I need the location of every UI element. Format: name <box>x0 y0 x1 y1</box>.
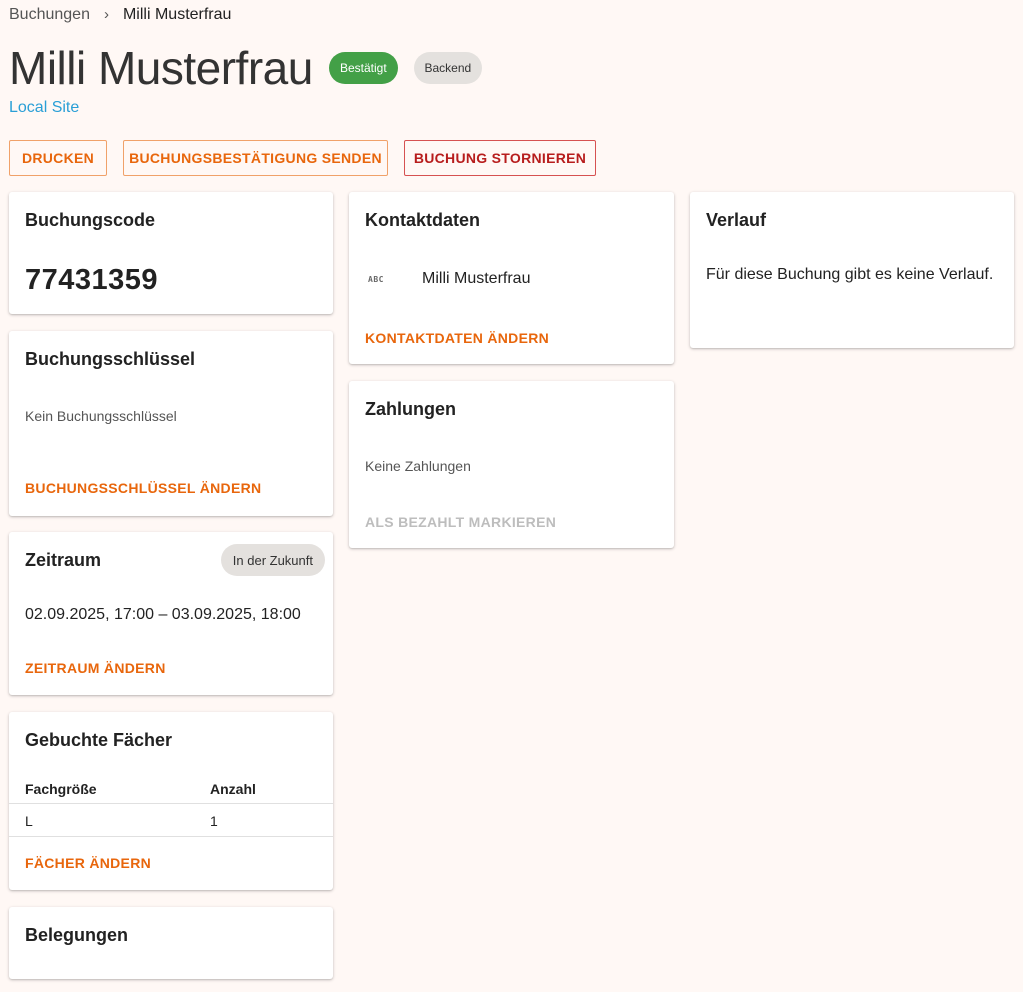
table-header: Fachgröße Anzahl <box>9 774 333 804</box>
history-empty-text: Für diese Buchung gibt es keine Verlauf. <box>706 266 994 283</box>
booking-code-value: 77431359 <box>25 264 159 296</box>
contact-card: Kontaktdaten ABC Milli Musterfrau KONTAK… <box>349 192 674 364</box>
contact-name-row: ABC Milli Musterfrau <box>365 270 530 288</box>
card-title: Verlauf <box>706 210 767 230</box>
card-title: Zeitraum <box>25 550 102 570</box>
change-compartments-button[interactable]: FÄCHER ÄNDERN <box>25 855 151 871</box>
future-badge: In der Zukunft <box>220 544 325 576</box>
payments-empty-text: Keine Zahlungen <box>365 458 471 474</box>
card-title: Zahlungen <box>365 399 456 419</box>
print-button[interactable]: DRUCKEN <box>9 140 107 176</box>
change-booking-key-button[interactable]: BUCHUNGSSCHLÜSSEL ÄNDERN <box>25 480 261 496</box>
card-title: Buchungscode <box>25 210 156 230</box>
change-period-button[interactable]: ZEITRAUM ÄNDERN <box>25 660 166 676</box>
chevron-right-icon: › <box>103 5 109 23</box>
breadcrumb-current: Milli Musterfrau <box>122 6 232 23</box>
site-link[interactable]: Local Site <box>9 99 79 117</box>
table-cell-count: 1 <box>210 812 218 829</box>
change-contact-button[interactable]: KONTAKTDATEN ÄNDERN <box>365 330 549 346</box>
status-badge: Bestätigt <box>328 52 398 84</box>
source-badge: Backend <box>413 52 482 84</box>
history-card: Verlauf Für diese Buchung gibt es keine … <box>690 192 1014 348</box>
cancel-booking-button[interactable]: BUCHUNG STORNIEREN <box>404 140 596 176</box>
send-confirmation-button[interactable]: BUCHUNGSBESTÄTIGUNG SENDEN <box>123 140 388 176</box>
card-title: Buchungsschlüssel <box>25 349 196 369</box>
column-header-size: Fachgröße <box>25 780 97 797</box>
card-title: Kontaktdaten <box>365 210 481 230</box>
booking-key-card: Buchungsschlüssel Kein Buchungsschlüssel… <box>9 331 333 516</box>
column-header-count: Anzahl <box>210 780 256 797</box>
title-row: Milli Musterfrau Bestätigt Backend <box>9 40 482 96</box>
page-title: Milli Musterfrau <box>9 42 313 94</box>
table-cell-size: L <box>25 812 33 829</box>
table-row: L 1 <box>9 805 333 837</box>
abc-icon: ABC <box>368 274 384 284</box>
breadcrumb-bookings-link[interactable]: Buchungen <box>9 6 90 24</box>
card-title: Belegungen <box>25 925 129 945</box>
allocations-card: Belegungen <box>9 907 333 979</box>
contact-name: Milli Musterfrau <box>422 270 531 287</box>
booking-key-empty-text: Kein Buchungsschlüssel <box>25 408 177 424</box>
booking-code-card: Buchungscode 77431359 <box>9 192 333 314</box>
compartments-card: Gebuchte Fächer Fachgröße Anzahl L 1 FÄC… <box>9 712 333 890</box>
payments-card: Zahlungen Keine Zahlungen ALS BEZAHLT MA… <box>349 381 674 548</box>
period-range: 02.09.2025, 17:00 – 03.09.2025, 18:00 <box>25 606 301 623</box>
period-card: Zeitraum In der Zukunft 02.09.2025, 17:0… <box>9 532 333 695</box>
breadcrumb: Buchungen › Milli Musterfrau <box>9 4 231 26</box>
card-title: Gebuchte Fächer <box>25 730 173 750</box>
mark-paid-button[interactable]: ALS BEZAHLT MARKIEREN <box>365 514 556 530</box>
action-bar: DRUCKEN BUCHUNGSBESTÄTIGUNG SENDEN BUCHU… <box>9 140 596 176</box>
